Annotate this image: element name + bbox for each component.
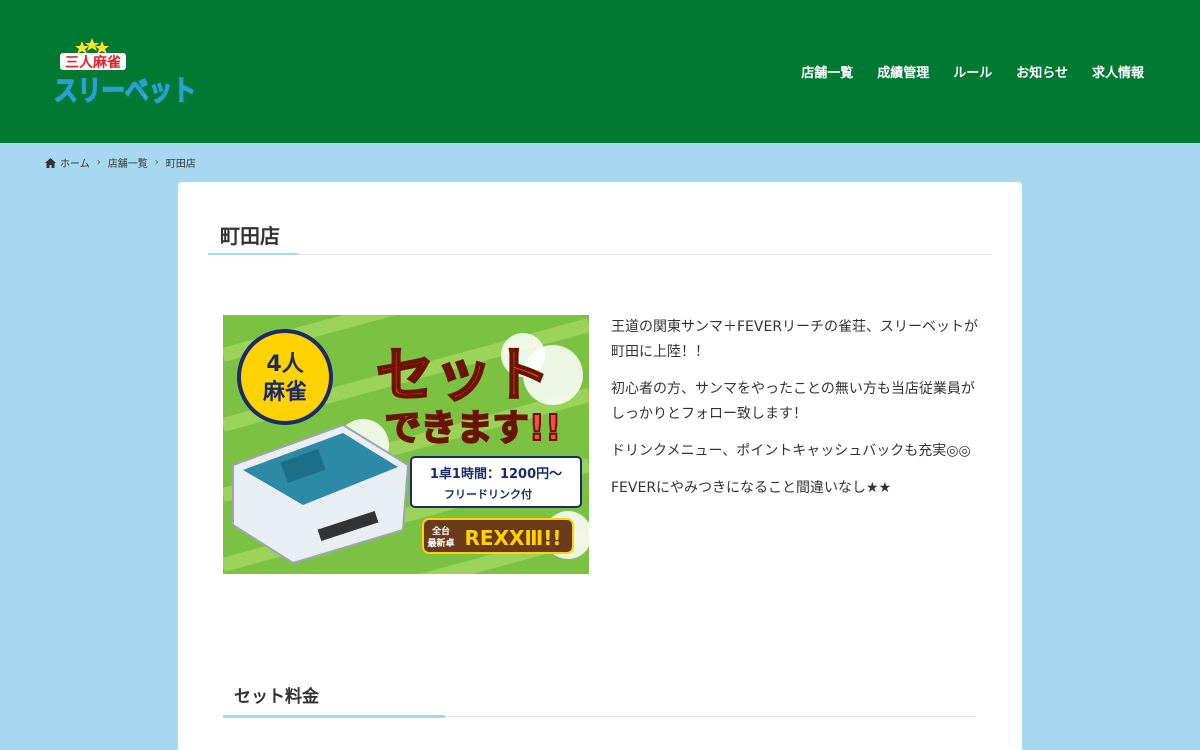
banner-graphic: 4人 麻雀 セット できます!! 1卓1時間：1200円〜 フリードリンク付 全… <box>223 315 589 574</box>
shop-banner-image: 4人 麻雀 セット できます!! 1卓1時間：1200円〜 フリードリンク付 全… <box>223 315 589 574</box>
nav-news[interactable]: お知らせ <box>1016 62 1068 81</box>
section-accent <box>223 715 445 718</box>
title-divider <box>208 254 992 255</box>
banner-price: 1卓1時間：1200円〜 <box>430 466 562 482</box>
nav-recruit[interactable]: 求人情報 <box>1092 62 1144 81</box>
breadcrumb-current: 町田店 <box>165 159 196 170</box>
content-card: 町田店 4人 麻雀 セット できます!! 1卓1時間：1200円〜 フリードリン… <box>178 182 1022 750</box>
logo-title: スリーベット <box>54 74 196 106</box>
chevron-right-icon: › <box>96 157 101 168</box>
banner-badge-line2: 麻雀 <box>262 379 307 405</box>
banner-headline2: できます!! <box>385 408 562 449</box>
main-nav: 店舗一覧 成績管理 ルール お知らせ 求人情報 <box>801 62 1144 81</box>
section-title: セット料金 <box>234 687 319 707</box>
logo-subtitle: 三人麻雀 <box>65 54 121 71</box>
banner-headline1: セット <box>376 341 550 409</box>
shop-description: 王道の関東サンマ＋FEVERリーチの雀荘、スリーベットが町田に上陸！！ 初心者の… <box>611 315 981 513</box>
description-paragraph: ドリンクメニュー、ポイントキャッシュバックも充実◎◎ <box>611 443 971 459</box>
nav-rules[interactable]: ルール <box>953 62 992 81</box>
site-logo[interactable]: 三人麻雀 スリーベット <box>52 38 200 108</box>
logo-graphic: 三人麻雀 スリーベット <box>53 38 197 108</box>
banner-drink: フリードリンク付 <box>444 487 532 501</box>
page-title: 町田店 <box>220 224 280 248</box>
banner-tag1: 全台 <box>431 525 450 537</box>
description-paragraph: FEVERにやみつきになること間違いなし★★ <box>611 480 892 496</box>
site-header: 三人麻雀 スリーベット 店舗一覧 成績管理 ルール お知らせ 求人情報 <box>0 0 1200 143</box>
breadcrumb-home[interactable]: ホーム <box>60 155 90 170</box>
banner-model: REXXⅢ!! <box>464 526 561 550</box>
home-icon <box>45 157 56 168</box>
banner-tag2: 最新卓 <box>427 537 454 549</box>
title-accent <box>208 253 298 255</box>
breadcrumb-shop-list[interactable]: 店舗一覧 <box>108 155 148 170</box>
description-paragraph: 王道の関東サンマ＋FEVERリーチの雀荘、スリーベットが町田に上陸！！ <box>611 319 979 360</box>
banner-badge-line1: 4人 <box>266 352 303 377</box>
chevron-right-icon: › <box>154 157 159 168</box>
nav-results[interactable]: 成績管理 <box>877 62 929 81</box>
breadcrumb: ホーム › 店舗一覧 › 町田店 <box>45 155 196 170</box>
nav-shop-list[interactable]: 店舗一覧 <box>801 62 853 81</box>
description-paragraph: 初心者の方、サンマをやったことの無い方も当店従業員がしっかりとフォロー致します！ <box>611 381 975 422</box>
